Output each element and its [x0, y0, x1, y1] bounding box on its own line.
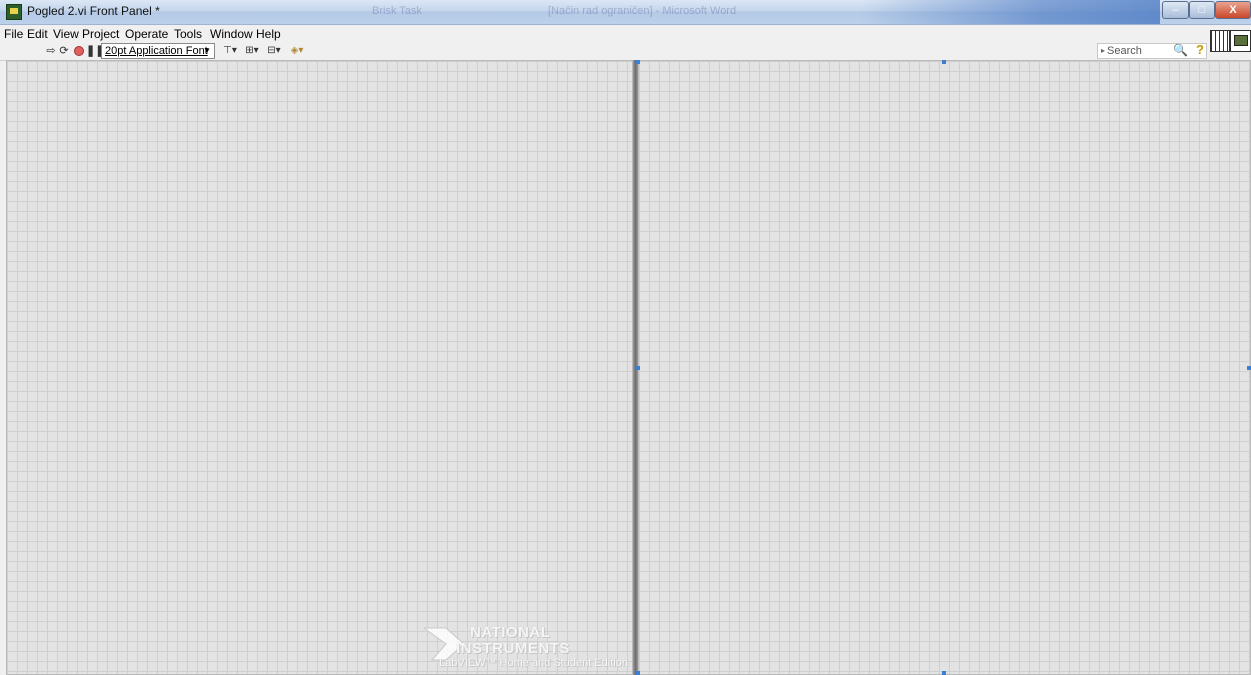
- abort-execution-icon[interactable]: [72, 44, 86, 58]
- distribute-objects-icon[interactable]: ⊞▾: [242, 44, 262, 58]
- front-panel-pane-left[interactable]: [6, 60, 633, 675]
- maximize-button[interactable]: □: [1189, 1, 1215, 19]
- font-select-label: 20pt Application Font: [105, 45, 208, 57]
- menu-file[interactable]: File: [4, 27, 23, 41]
- background-window-title-word: [Način rad ograničen] - Microsoft Word: [548, 5, 737, 17]
- menu-operate[interactable]: Operate: [125, 27, 168, 41]
- help-icon[interactable]: ?: [1196, 42, 1204, 57]
- watermark-national: NATIONAL: [470, 624, 551, 641]
- vi-icon[interactable]: [1230, 30, 1251, 52]
- align-objects-icon[interactable]: ⊤▾: [220, 44, 240, 58]
- title-bar[interactable]: Pogled 2.vi Front Panel * Brisk Task [Na…: [0, 0, 1251, 25]
- labview-app-icon: [6, 4, 22, 20]
- titlebar-glow: [860, 0, 1160, 24]
- pane-handle-right[interactable]: [1247, 366, 1251, 370]
- window-title: Pogled 2.vi Front Panel *: [27, 4, 160, 18]
- watermark-edition: LabVIEW™ Home and Student Edition: [439, 657, 628, 669]
- resize-objects-icon[interactable]: ⊟▾: [264, 44, 284, 58]
- splitter-handle-middle[interactable]: [636, 366, 640, 370]
- menu-view[interactable]: View: [53, 27, 79, 41]
- text-settings-dropdown[interactable]: 20pt Application Font ▼: [101, 43, 215, 59]
- menu-project[interactable]: Project: [82, 27, 119, 41]
- pane-handle-bottom[interactable]: [942, 671, 946, 675]
- chevron-down-icon: ▼: [203, 46, 211, 55]
- pause-icon[interactable]: ❚❚: [86, 44, 104, 58]
- splitter-handle-bottom[interactable]: [636, 671, 640, 675]
- run-continuously-icon[interactable]: ⟳: [57, 44, 71, 58]
- search-placeholder: Search: [1107, 45, 1142, 57]
- connector-pane-icon[interactable]: [1210, 30, 1230, 52]
- background-window-title: Brisk Task: [372, 5, 422, 17]
- front-panel-pane-right[interactable]: [638, 60, 1251, 675]
- toolbar: ⇨ ⟳ ❚❚ 20pt Application Font ▼ ⊤▾ ⊞▾ ⊟▾ …: [0, 42, 1251, 61]
- splitter-handle-top[interactable]: [636, 60, 640, 64]
- search-icon[interactable]: 🔍: [1173, 43, 1188, 57]
- menu-edit[interactable]: Edit: [27, 27, 48, 41]
- reorder-icon[interactable]: ◈▾: [287, 44, 307, 58]
- menu-tools[interactable]: Tools: [174, 27, 202, 41]
- minimize-button[interactable]: –: [1162, 1, 1189, 19]
- run-arrow-icon[interactable]: ⇨: [44, 44, 58, 58]
- menu-help[interactable]: Help: [256, 27, 281, 41]
- close-button[interactable]: X: [1215, 1, 1251, 19]
- menu-window[interactable]: Window: [210, 27, 253, 41]
- menu-bar: File Edit View Project Operate Tools Win…: [0, 25, 1251, 42]
- search-dropdown-icon[interactable]: ▸: [1101, 46, 1105, 55]
- pane-handle-top[interactable]: [942, 60, 946, 64]
- watermark-instruments: INSTRUMENTS: [456, 640, 570, 657]
- search-input[interactable]: ▸ Search: [1097, 43, 1207, 59]
